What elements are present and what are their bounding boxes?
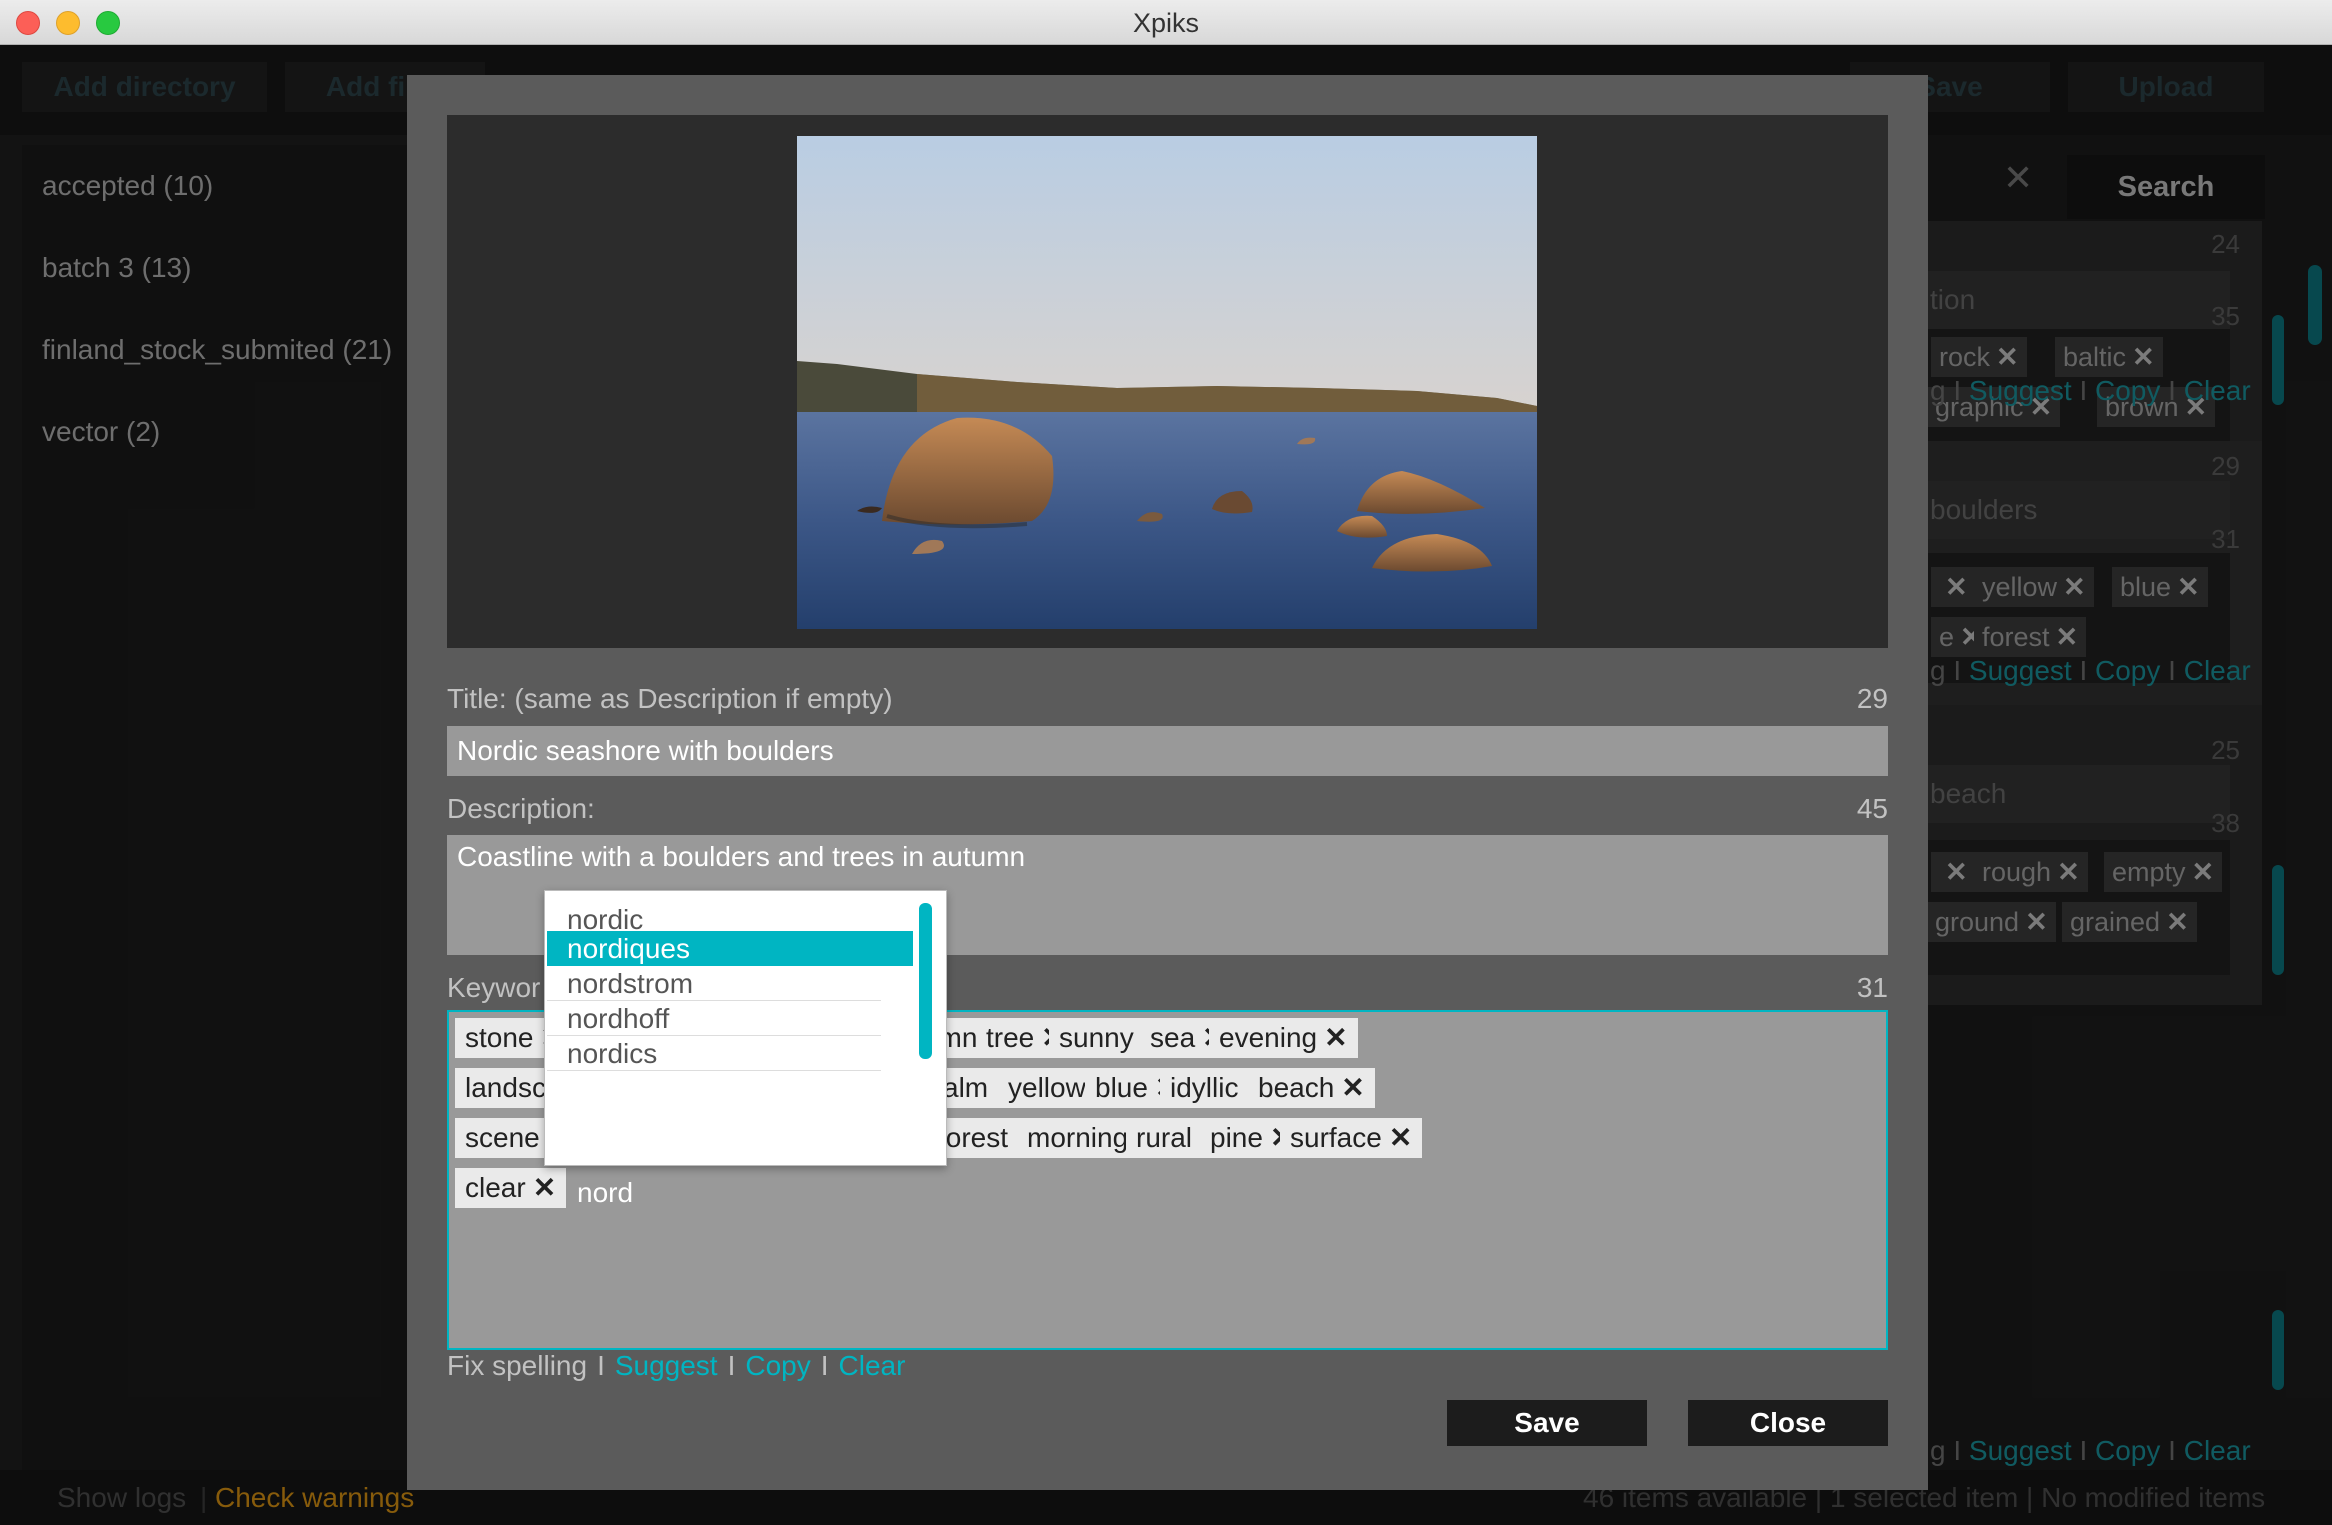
description-label: Description: — [447, 793, 595, 824]
clear-link[interactable]: Clear — [839, 1350, 906, 1381]
remove-keyword-icon[interactable]: ✕ — [1389, 1122, 1412, 1153]
save-button[interactable]: Save — [1447, 1400, 1647, 1446]
close-button[interactable]: Close — [1688, 1400, 1888, 1446]
keyword-chip: evening ✕ — [1209, 1018, 1358, 1058]
keywords-count: 31 — [1856, 972, 1888, 1003]
remove-keyword-icon[interactable]: ✕ — [1341, 1072, 1364, 1103]
autocomplete-popup: nordic nordiques nordstrom nordhoff nord… — [544, 890, 947, 1166]
copy-link[interactable]: Copy — [745, 1350, 810, 1381]
window-titlebar: Xpiks — [0, 0, 2332, 45]
edit-artwork-dialog: Title: (same as Description if empty) 29… — [407, 75, 1928, 1490]
remove-keyword-icon[interactable]: ✕ — [1324, 1022, 1347, 1053]
autocomplete-item[interactable]: nordics — [547, 1028, 913, 1080]
separator: I — [727, 1350, 736, 1381]
keyword-chip: clear ✕ — [455, 1168, 567, 1208]
divider — [547, 1070, 881, 1071]
keywords-label: Keywor — [447, 972, 541, 1003]
keyword-chip: beach ✕ — [1248, 1068, 1375, 1108]
preview-panel — [447, 115, 1888, 648]
keyword-actions: Fix spelling I Suggest I Copy I Clear — [447, 1350, 905, 1382]
description-char-count: 45 — [1856, 793, 1888, 824]
keyword-input[interactable]: nord — [577, 1177, 633, 1209]
separator: I — [820, 1350, 829, 1381]
fix-spelling-link[interactable]: Fix spelling — [447, 1350, 587, 1381]
title-char-count: 29 — [1856, 683, 1888, 714]
separator: I — [597, 1350, 605, 1381]
preview-image — [797, 136, 1537, 629]
keyword-chip: surface ✕ — [1280, 1118, 1423, 1158]
remove-keyword-icon[interactable]: ✕ — [533, 1172, 556, 1203]
autocomplete-scrollbar[interactable] — [919, 903, 932, 1059]
window-title: Xpiks — [1132, 8, 1200, 38]
title-label: Title: (same as Description if empty) — [447, 683, 893, 714]
suggest-link[interactable]: Suggest — [615, 1350, 718, 1381]
title-input[interactable]: Nordic seashore with boulders — [447, 726, 1888, 776]
